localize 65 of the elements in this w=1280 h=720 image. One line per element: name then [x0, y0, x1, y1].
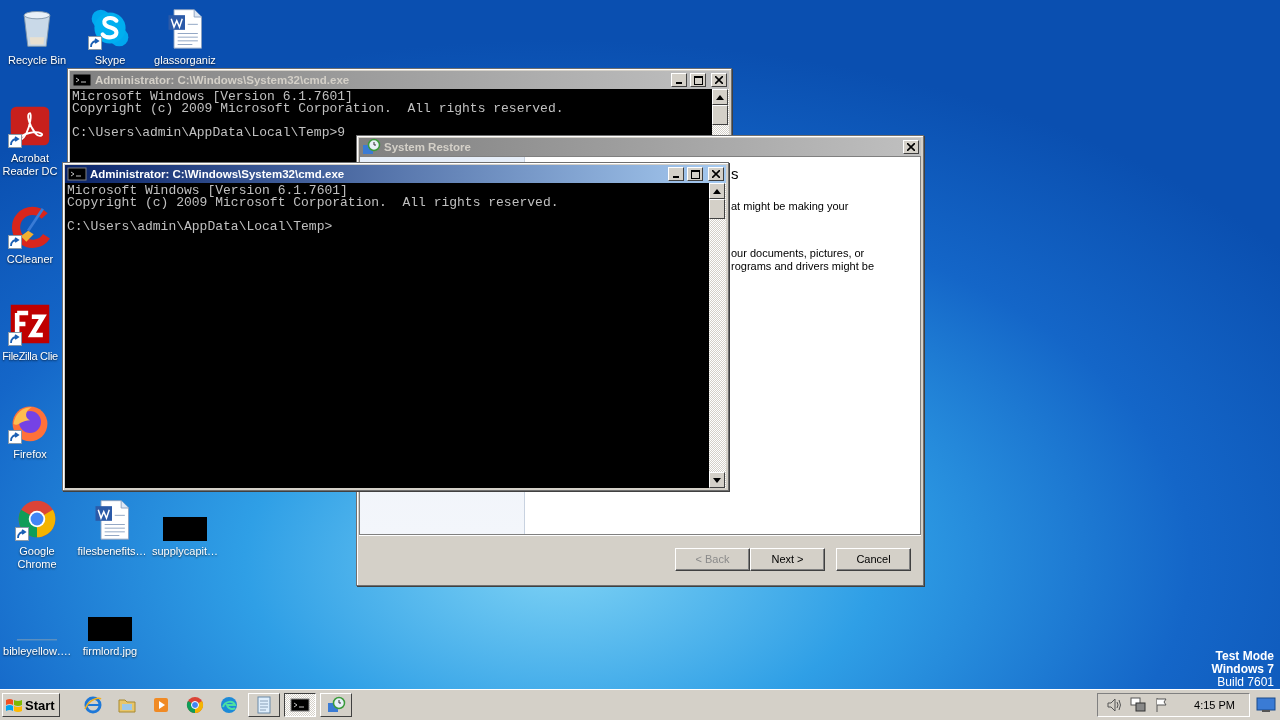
- restore-clock-icon[interactable]: [325, 695, 346, 715]
- maximize-button[interactable]: [690, 73, 706, 87]
- desktop-shortcut[interactable]: Recycle Bin: [0, 6, 74, 67]
- os-notice-text: Build 7601: [1217, 676, 1274, 689]
- close-icon: [712, 170, 720, 178]
- taskbar-window-button[interactable]: [283, 693, 316, 717]
- scroll-up-icon: [716, 94, 724, 100]
- minimize-button[interactable]: [668, 167, 684, 181]
- image-thumbnail-icon: [163, 517, 207, 541]
- command-prompt: C:\Users\admin\AppData\Local\Temp>9: [72, 127, 347, 139]
- console-line: Microsoft Windows [Version 6.1.7601]: [72, 91, 353, 103]
- maximize-button[interactable]: [687, 167, 703, 181]
- scroll-thumb[interactable]: [709, 199, 725, 219]
- maximize-icon: [693, 75, 703, 85]
- wizard-button[interactable]: Cancel: [836, 547, 911, 571]
- console-icon[interactable]: [67, 164, 87, 184]
- close-icon: [907, 143, 915, 151]
- window-title: System Restore: [384, 141, 472, 153]
- close-button[interactable]: [711, 73, 727, 87]
- console-line: Copyright (c) 2009 Microsoft Corporation. All rights reserved.: [72, 103, 565, 115]
- clock: 4:15 PM: [1194, 699, 1235, 711]
- close-button[interactable]: [903, 140, 919, 154]
- filezilla-icon: [8, 302, 52, 346]
- os-notice-text: Test Mode: [1215, 650, 1274, 663]
- image-thumbnail-icon: [88, 617, 132, 641]
- desktop-shortcut[interactable]: filesbenefits…: [75, 497, 149, 558]
- browser-e-icon[interactable]: [82, 695, 103, 715]
- desktop-shortcut[interactable]: firmlord.jpg: [73, 597, 147, 658]
- close-button[interactable]: [708, 167, 724, 181]
- desktop-shortcut[interactable]: CCleaner: [0, 205, 60, 266]
- chrome-icon[interactable]: [184, 695, 205, 715]
- wizard-heading: s: [731, 167, 740, 180]
- scrollbar[interactable]: [709, 183, 726, 488]
- close-icon: [715, 76, 723, 84]
- maximize-icon: [690, 169, 700, 179]
- pdf-reader-icon: [8, 104, 52, 148]
- scroll-up-icon: [713, 188, 721, 194]
- monitor-icon: [1256, 697, 1276, 713]
- console-line: Microsoft Windows [Version 6.1.7601]: [67, 185, 348, 197]
- show-desktop-button[interactable]: [1254, 697, 1278, 713]
- desktop-shortcut[interactable]: bibleyellow….: [0, 597, 74, 658]
- wizard-button[interactable]: Next >: [750, 547, 825, 571]
- console-icon[interactable]: [289, 695, 310, 715]
- wizard-paragraph: at might be making your: [731, 200, 850, 213]
- scroll-down-icon: [713, 477, 721, 483]
- wizard-paragraph: our documents, pictures, or rograms and drivers might be: [731, 247, 876, 273]
- network-icon[interactable]: [1130, 697, 1147, 713]
- window-title: Administrator: C:\Windows\System32\cmd.exe: [90, 168, 346, 180]
- minimize-button[interactable]: [671, 73, 687, 87]
- window-title: Administrator: C:\Windows\System32\cmd.exe: [95, 74, 351, 86]
- desktop-shortcut[interactable]: FileZilla Clie: [0, 302, 60, 363]
- start-button[interactable]: Start: [2, 693, 60, 717]
- desktop-shortcut[interactable]: Acrobat Reader DC: [0, 104, 60, 178]
- desktop-shortcut[interactable]: supplycapit…: [148, 497, 222, 558]
- command-prompt: C:\Users\admin\AppData\Local\Temp>: [67, 221, 334, 233]
- console-line: Copyright (c) 2009 Microsoft Corporation. All rights reserved.: [67, 197, 560, 209]
- scroll-thumb[interactable]: [712, 105, 728, 125]
- desktop-shortcut[interactable]: Firefox: [0, 400, 60, 461]
- desktop-shortcut[interactable]: Google Chrome: [0, 497, 74, 571]
- desktop-shortcut[interactable]: glassorganiz: [148, 6, 222, 67]
- volume-icon[interactable]: [1106, 697, 1123, 713]
- os-notice-text: Windows 7: [1211, 663, 1274, 676]
- desktop-shortcut[interactable]: Skype: [73, 6, 147, 67]
- windows-flag-icon: [5, 697, 23, 713]
- restore-clock-icon[interactable]: [361, 137, 381, 157]
